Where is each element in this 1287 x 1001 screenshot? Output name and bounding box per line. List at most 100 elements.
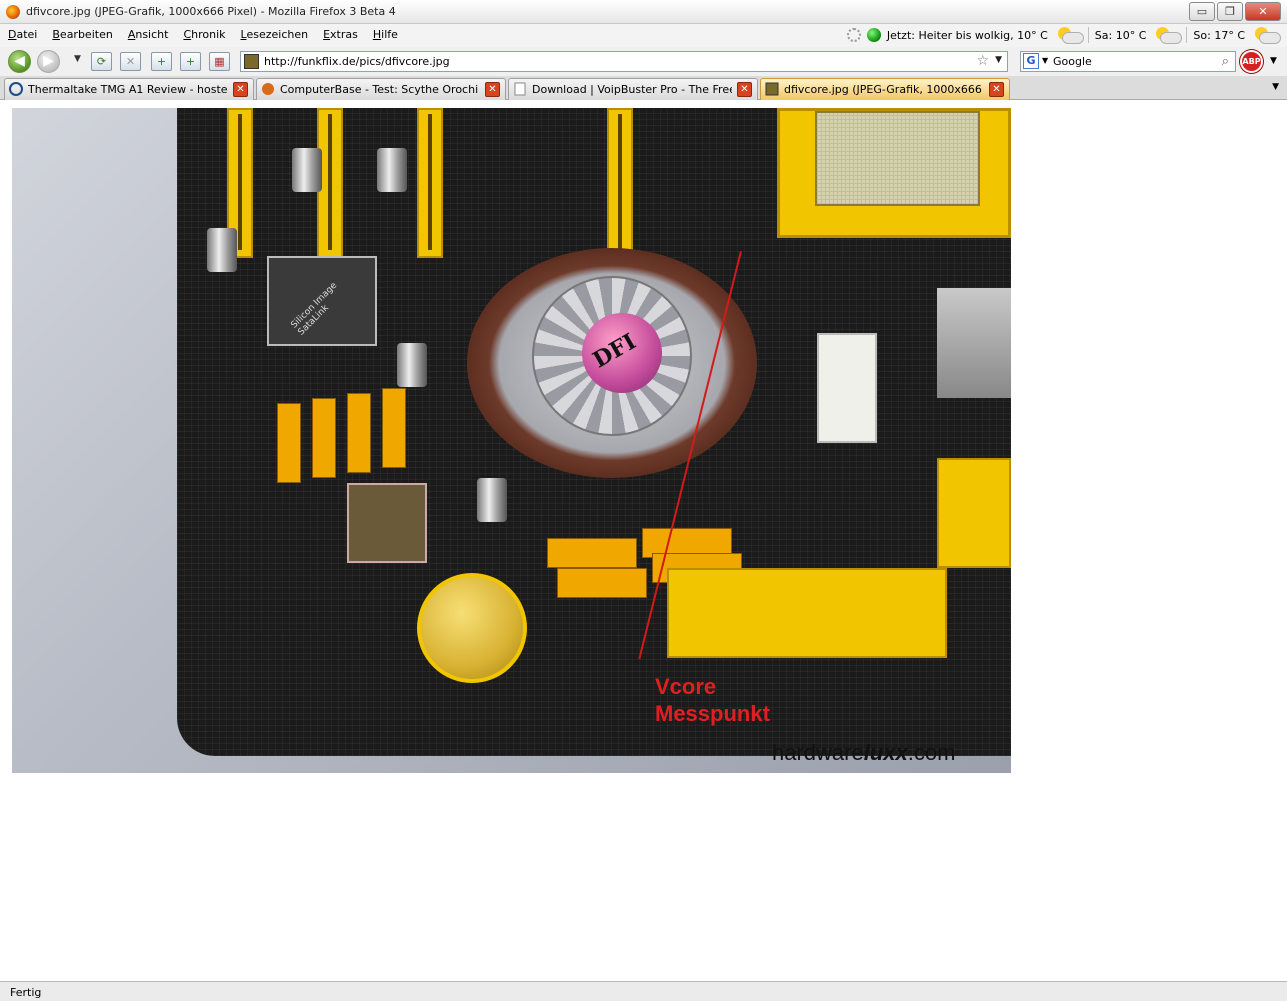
capacitor bbox=[207, 228, 237, 272]
close-button[interactable]: ✕ bbox=[1245, 2, 1281, 21]
title-bar: dfivcore.jpg (JPEG-Grafik, 1000x666 Pixe… bbox=[0, 0, 1287, 24]
status-green-icon bbox=[866, 28, 881, 42]
sata-port bbox=[347, 393, 371, 473]
reload-icon[interactable]: ⟳ bbox=[91, 52, 112, 71]
tab-list-dropdown-icon[interactable]: ▼ bbox=[1272, 82, 1279, 92]
divider bbox=[1087, 27, 1089, 43]
adblock-dropdown-icon[interactable]: ▼ bbox=[1270, 56, 1277, 66]
capacitor bbox=[397, 343, 427, 387]
tab-close-icon[interactable]: ✕ bbox=[737, 82, 752, 97]
tab-image-icon bbox=[765, 82, 779, 96]
engine-dropdown-icon[interactable]: ▼ bbox=[1042, 56, 1048, 65]
tab-dfivcore[interactable]: dfivcore.jpg (JPEG-Grafik, 1000x666 Pi..… bbox=[760, 78, 1010, 100]
google-engine-icon[interactable]: G bbox=[1023, 53, 1039, 69]
tab-page-icon bbox=[514, 82, 526, 96]
sata-port bbox=[312, 398, 336, 478]
weather-saturday: Sa: 10° C bbox=[1094, 28, 1147, 42]
weather-sunday: So: 17° C bbox=[1193, 28, 1245, 42]
sata-port bbox=[547, 538, 637, 568]
status-text: Fertig bbox=[10, 986, 42, 999]
bios-chip bbox=[347, 483, 427, 563]
site-favicon-icon bbox=[244, 54, 259, 69]
tab-close-icon[interactable]: ✕ bbox=[485, 82, 500, 97]
tab-label: Download | VoipBuster Pro - The Free ... bbox=[532, 83, 732, 96]
cmos-battery bbox=[417, 573, 527, 683]
window-title: dfivcore.jpg (JPEG-Grafik, 1000x666 Pixe… bbox=[26, 5, 396, 18]
tab-label: Thermaltake TMG A1 Review - hosted ... bbox=[28, 83, 228, 96]
watermark-pre: hardware bbox=[772, 740, 864, 765]
maximize-button[interactable]: ❐ bbox=[1217, 2, 1243, 21]
address-bar[interactable]: ☆ ▼ bbox=[240, 51, 1008, 72]
bookmark-star-icon[interactable]: ☆ bbox=[976, 53, 989, 69]
search-bar[interactable]: G ▼ ⌕ bbox=[1020, 51, 1236, 72]
sata-port bbox=[382, 388, 406, 468]
heatsink-fins bbox=[937, 288, 1011, 398]
menu-bearbeiten[interactable]: Bearbeiten bbox=[52, 28, 112, 41]
menu-hilfe[interactable]: Hilfe bbox=[373, 28, 398, 41]
sata-port bbox=[557, 568, 647, 598]
back-button[interactable]: ◀ bbox=[8, 50, 31, 73]
molex-connector bbox=[817, 333, 877, 443]
tab-close-icon[interactable]: ✕ bbox=[989, 82, 1004, 97]
ide-connector bbox=[667, 568, 947, 658]
calendar-icon[interactable]: ▦ bbox=[209, 52, 230, 71]
forward-button[interactable]: ▶ bbox=[37, 50, 60, 73]
search-icon[interactable]: ⌕ bbox=[1222, 54, 1229, 69]
pci-slot bbox=[607, 108, 633, 258]
pci-slot bbox=[417, 108, 443, 258]
partly-cloudy-icon bbox=[1251, 27, 1281, 44]
new-tab-icon[interactable]: + bbox=[151, 52, 172, 71]
tab-thermaltake[interactable]: Thermaltake TMG A1 Review - hosted ... ✕ bbox=[4, 78, 254, 100]
stop-icon[interactable]: ✕ bbox=[120, 52, 141, 71]
search-input[interactable] bbox=[1053, 53, 1213, 70]
annotation-line-2: Messpunkt bbox=[655, 701, 770, 726]
motherboard-image[interactable]: Silicon Image SataLink DFI Vcore Messpun… bbox=[12, 108, 1011, 773]
tab-label: dfivcore.jpg (JPEG-Grafik, 1000x666 Pi..… bbox=[784, 83, 984, 96]
fan-hub: DFI bbox=[582, 313, 662, 393]
annotation-line-1: Vcore bbox=[655, 674, 717, 699]
adblock-plus-icon[interactable]: ABP bbox=[1240, 50, 1263, 73]
status-bar: Fertig bbox=[0, 981, 1287, 1001]
watermark: hardwareluxx.com bbox=[772, 740, 955, 766]
tab-voipbuster[interactable]: Download | VoipBuster Pro - The Free ...… bbox=[508, 78, 758, 100]
sata-controller-chip: Silicon Image SataLink bbox=[267, 256, 377, 346]
weather-widget[interactable]: Jetzt: Heiter bis wolkig, 10° C Sa: 10° … bbox=[846, 27, 1281, 44]
new-window-icon[interactable]: + bbox=[180, 52, 201, 71]
tab-close-icon[interactable]: ✕ bbox=[233, 82, 248, 97]
main-menu: Datei Bearbeiten Ansicht Chronik Lesezei… bbox=[8, 28, 413, 41]
menu-extras[interactable]: Extras bbox=[323, 28, 358, 41]
tab-favicon-icon bbox=[9, 82, 23, 96]
menu-chronik[interactable]: Chronik bbox=[183, 28, 225, 41]
ide-connector-right bbox=[937, 458, 1011, 568]
minimize-button[interactable]: ▭ bbox=[1189, 2, 1215, 21]
vcore-annotation: Vcore Messpunkt bbox=[655, 673, 770, 727]
navigation-toolbar: ◀ ▶ ▼ ⟳ ✕ + + ▦ ☆ ▼ G ▼ ⌕ ABP ▼ bbox=[0, 47, 1287, 76]
capacitor bbox=[377, 148, 407, 192]
capacitor bbox=[292, 148, 322, 192]
window-controls: ▭ ❐ ✕ bbox=[1189, 2, 1281, 21]
divider bbox=[1186, 27, 1188, 43]
motherboard-pcb: Silicon Image SataLink DFI bbox=[177, 108, 1011, 756]
loading-spinner-icon bbox=[846, 28, 861, 42]
cpu-socket bbox=[777, 108, 1011, 238]
menu-datei[interactable]: Datei bbox=[8, 28, 37, 41]
url-dropdown-icon[interactable]: ▼ bbox=[995, 55, 1002, 65]
tab-label: ComputerBase - Test: Scythe Orochi C... bbox=[280, 83, 480, 96]
menu-lesezeichen[interactable]: Lesezeichen bbox=[241, 28, 309, 41]
content-viewport[interactable]: Silicon Image SataLink DFI Vcore Messpun… bbox=[0, 100, 1287, 981]
partly-cloudy-icon bbox=[1152, 27, 1183, 44]
watermark-post: .com bbox=[907, 740, 956, 765]
capacitor bbox=[477, 478, 507, 522]
partly-cloudy-icon bbox=[1054, 27, 1084, 44]
weather-now: Jetzt: Heiter bis wolkig, 10° C bbox=[886, 28, 1048, 42]
tab-favicon-icon bbox=[262, 83, 274, 95]
url-input[interactable] bbox=[264, 53, 964, 70]
tab-computerbase[interactable]: ComputerBase - Test: Scythe Orochi C... … bbox=[256, 78, 506, 100]
menu-ansicht[interactable]: Ansicht bbox=[128, 28, 169, 41]
watermark-bold: luxx bbox=[863, 740, 908, 765]
chip-label: Silicon Image SataLink bbox=[289, 280, 340, 338]
firefox-icon bbox=[6, 5, 20, 19]
sata-port bbox=[277, 403, 301, 483]
tab-strip: Thermaltake TMG A1 Review - hosted ... ✕… bbox=[0, 76, 1287, 100]
history-dropdown-icon[interactable]: ▼ bbox=[74, 54, 81, 64]
